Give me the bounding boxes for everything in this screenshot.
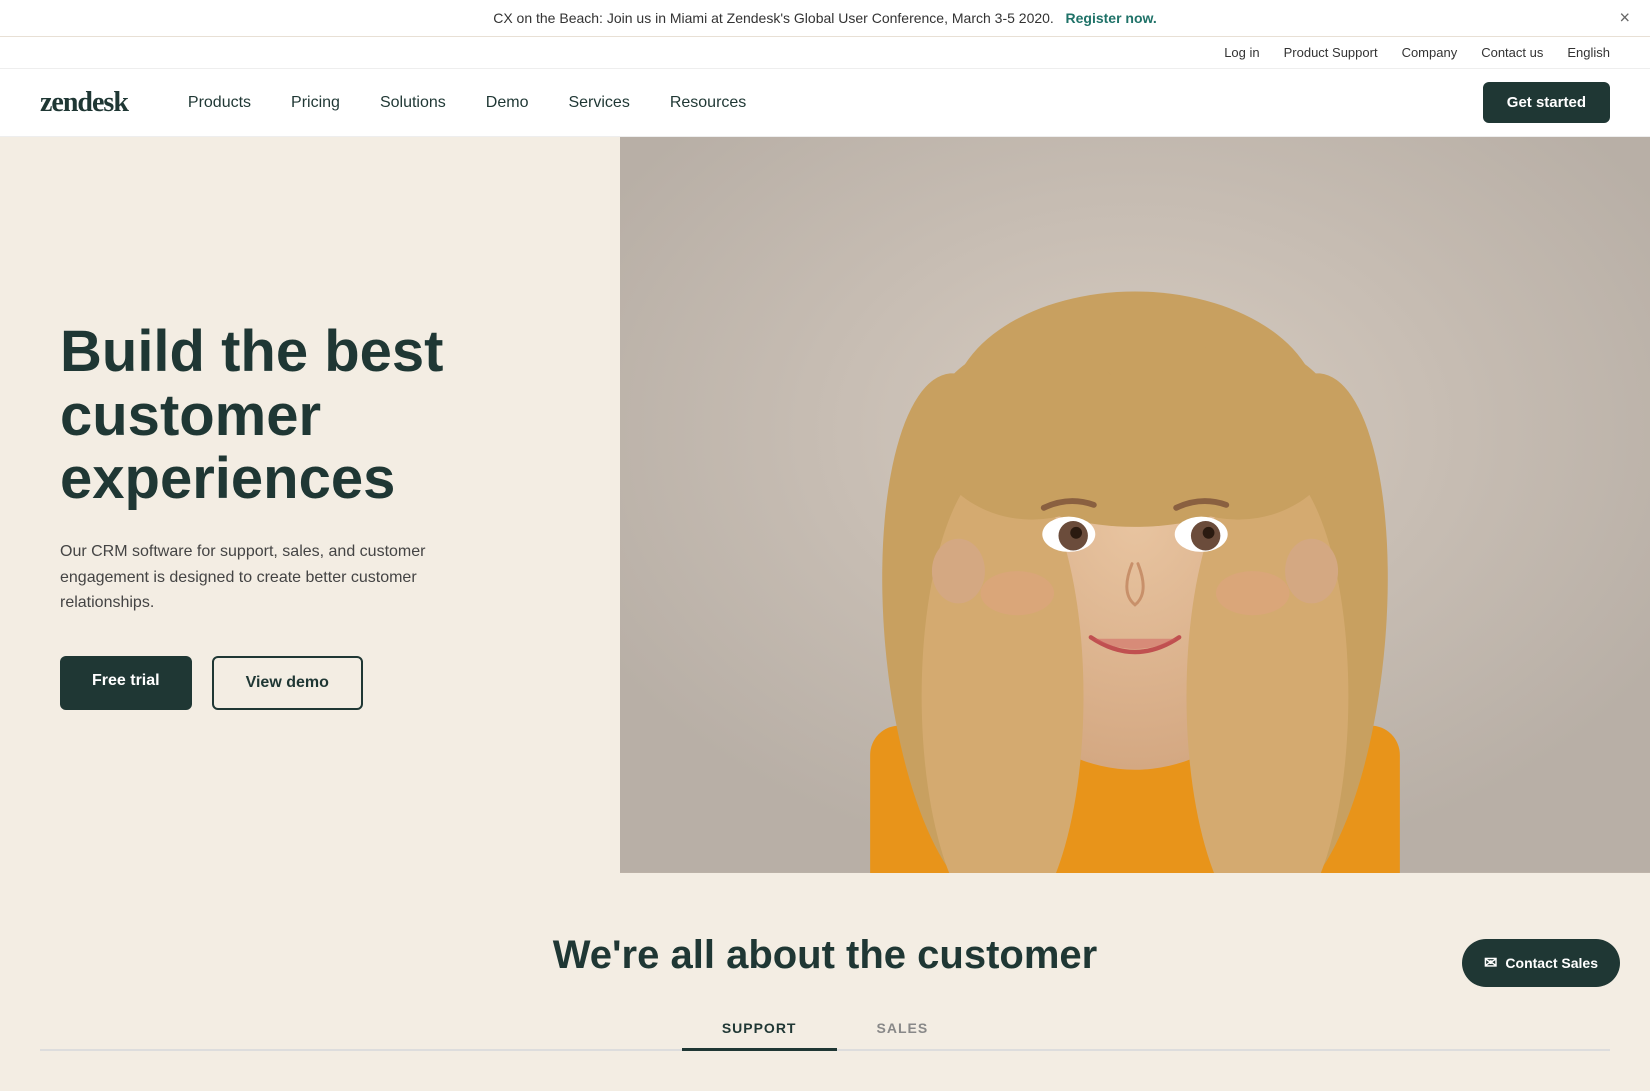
tabs-row: SUPPORT SALES [40, 1008, 1610, 1051]
contact-sales-label: Contact Sales [1505, 955, 1598, 971]
nav-solutions[interactable]: Solutions [380, 94, 446, 111]
nav-pricing[interactable]: Pricing [291, 94, 340, 111]
hero-background [620, 137, 1650, 873]
hero-buttons: Free trial View demo [60, 656, 560, 710]
nav-language[interactable]: English [1567, 45, 1610, 60]
get-started-button[interactable]: Get started [1483, 82, 1610, 123]
main-nav-links: Products Pricing Solutions Demo Services… [188, 94, 1483, 112]
nav-product-support[interactable]: Product Support [1284, 45, 1378, 60]
main-navigation: zendesk Products Pricing Solutions Demo … [0, 69, 1650, 137]
nav-products[interactable]: Products [188, 94, 251, 111]
nav-login[interactable]: Log in [1224, 45, 1259, 60]
banner-close-button[interactable]: × [1619, 8, 1630, 29]
hero-content: Build the best customer experiences Our … [0, 137, 620, 873]
contact-sales-button[interactable]: ✉ Contact Sales [1462, 939, 1620, 987]
nav-contact-us[interactable]: Contact us [1481, 45, 1543, 60]
banner-link[interactable]: Register now. [1066, 10, 1157, 26]
hero-subtitle: Our CRM software for support, sales, and… [60, 539, 440, 616]
nav-services[interactable]: Services [568, 94, 629, 111]
logo[interactable]: zendesk [40, 87, 128, 119]
top-navigation: Log in Product Support Company Contact u… [0, 37, 1650, 69]
hero-person-illustration [620, 137, 1650, 873]
tab-support[interactable]: SUPPORT [682, 1008, 837, 1051]
envelope-icon: ✉ [1484, 953, 1497, 973]
below-hero-section: We're all about the customer SUPPORT SAL… [0, 873, 1650, 1091]
nav-demo[interactable]: Demo [486, 94, 529, 111]
banner-text: CX on the Beach: Join us in Miami at Zen… [493, 10, 1054, 26]
tab-sales[interactable]: SALES [837, 1008, 969, 1051]
hero-section: Build the best customer experiences Our … [0, 137, 1650, 873]
hero-image [620, 137, 1650, 873]
hero-title: Build the best customer experiences [60, 320, 560, 511]
free-trial-button[interactable]: Free trial [60, 656, 192, 710]
nav-company[interactable]: Company [1402, 45, 1458, 60]
top-banner: CX on the Beach: Join us in Miami at Zen… [0, 0, 1650, 37]
nav-resources[interactable]: Resources [670, 94, 746, 111]
below-hero-heading: We're all about the customer [40, 933, 1610, 978]
view-demo-button[interactable]: View demo [212, 656, 363, 710]
